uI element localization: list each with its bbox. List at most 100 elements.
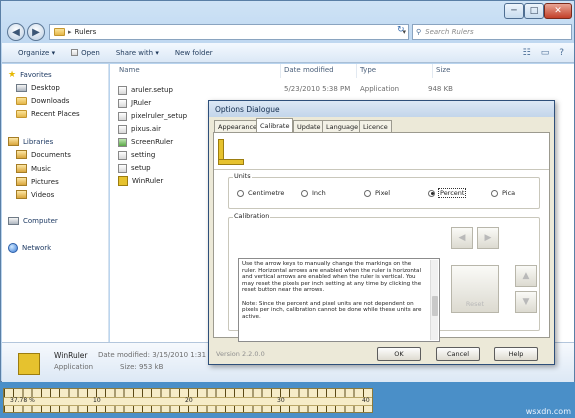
- radio-inch[interactable]: Inch: [301, 189, 326, 197]
- radio-button[interactable]: [301, 189, 308, 197]
- scrollbar[interactable]: [430, 260, 438, 340]
- application-icon: [118, 85, 127, 95]
- share-with-button[interactable]: Share with ▾: [110, 45, 165, 61]
- scrollbar-thumb[interactable]: [432, 296, 438, 316]
- radio-button[interactable]: [491, 189, 498, 197]
- ruler-readout: 37.78 %: [10, 397, 35, 404]
- nav-music[interactable]: Music: [16, 164, 51, 173]
- refresh-icon[interactable]: ↻: [397, 25, 405, 35]
- recent-places-icon: [16, 110, 27, 118]
- options-dialog: Options Dialogue Appearance Calibrate Up…: [208, 100, 555, 365]
- nav-libraries[interactable]: Libraries: [8, 137, 53, 146]
- calibration-instructions: Use the arrow keys to manually change th…: [238, 258, 440, 342]
- file-type: Application: [360, 85, 400, 93]
- network-icon: [8, 243, 18, 253]
- calibrate-panel: Units Centimetre Inch Pixel Percent Pica…: [213, 132, 550, 342]
- file-name: aruler.setup: [131, 86, 173, 94]
- back-button[interactable]: ◀: [7, 23, 25, 41]
- left-arrow-icon: ◀: [458, 233, 466, 243]
- command-bar: Organize ▾ Open Share with ▾ New folder …: [2, 43, 574, 63]
- column-divider[interactable]: [356, 64, 357, 78]
- radio-pica[interactable]: Pica: [491, 189, 515, 197]
- file-row[interactable]: pixelruler_setup: [118, 110, 187, 122]
- radio-centimetre[interactable]: Centimetre: [237, 189, 284, 197]
- open-button[interactable]: Open: [65, 45, 106, 61]
- computer-icon: [8, 217, 19, 225]
- column-divider[interactable]: [280, 64, 281, 78]
- file-row[interactable]: setup: [118, 162, 151, 174]
- column-header-size[interactable]: Size: [436, 66, 450, 74]
- radio-button[interactable]: [428, 189, 435, 197]
- setup-icon: [118, 163, 127, 173]
- file-row[interactable]: ScreenRuler: [118, 136, 173, 148]
- organize-button[interactable]: Organize ▾: [12, 45, 61, 61]
- radio-pixel[interactable]: Pixel: [364, 189, 390, 197]
- nav-pictures[interactable]: Pictures: [16, 177, 59, 186]
- music-icon: [16, 164, 27, 173]
- nav-downloads[interactable]: Downloads: [16, 97, 69, 105]
- nav-label: Documents: [31, 150, 71, 159]
- maximize-button[interactable]: □: [524, 3, 544, 19]
- nav-desktop[interactable]: Desktop: [16, 84, 60, 92]
- reset-button[interactable]: Reset: [451, 265, 499, 313]
- radio-label: Percent: [437, 188, 467, 198]
- nav-videos[interactable]: Videos: [16, 190, 54, 199]
- down-arrow-button[interactable]: ▼: [515, 291, 537, 313]
- help-icon[interactable]: ?: [559, 48, 564, 58]
- forward-button[interactable]: ▶: [27, 23, 45, 41]
- column-header-name[interactable]: Name: [119, 66, 140, 74]
- left-arrow-button[interactable]: ◀: [451, 227, 473, 249]
- new-folder-button[interactable]: New folder: [169, 45, 219, 61]
- radio-button[interactable]: [364, 189, 371, 197]
- nav-recent-places[interactable]: Recent Places: [16, 110, 80, 118]
- right-arrow-button[interactable]: ▶: [477, 227, 499, 249]
- view-options-icon[interactable]: ☷: [523, 48, 531, 58]
- preview-pane-icon[interactable]: ▭: [541, 48, 550, 58]
- file-row[interactable]: WinRuler: [118, 175, 163, 187]
- radio-percent[interactable]: Percent: [428, 188, 467, 198]
- reset-label: Reset: [465, 300, 485, 308]
- radio-button[interactable]: [237, 189, 244, 197]
- dialog-title: Options Dialogue: [209, 101, 554, 117]
- help-button[interactable]: Help: [494, 347, 538, 361]
- ruler-tick-label: 40: [362, 397, 370, 404]
- tab-calibrate[interactable]: Calibrate: [256, 118, 294, 133]
- ok-button[interactable]: OK: [377, 347, 421, 361]
- down-arrow-icon: ▼: [522, 297, 530, 307]
- units-label: Units: [233, 172, 252, 180]
- column-header-type[interactable]: Type: [360, 66, 376, 74]
- radio-label: Pica: [502, 189, 516, 197]
- nav-label: Downloads: [31, 97, 70, 105]
- nav-network[interactable]: Network: [8, 243, 51, 253]
- ruler-illustration-icon: [218, 159, 244, 165]
- breadcrumb-current[interactable]: Rulers: [75, 28, 97, 36]
- minimize-button[interactable]: ─: [504, 3, 524, 19]
- radio-label: Centimetre: [248, 189, 285, 197]
- file-row[interactable]: aruler.setup: [118, 84, 173, 96]
- desktop-icon: [16, 84, 27, 92]
- right-arrow-icon: ▶: [484, 233, 492, 243]
- cancel-button[interactable]: Cancel: [436, 347, 480, 361]
- nav-label: Videos: [31, 190, 55, 199]
- up-arrow-button[interactable]: ▲: [515, 265, 537, 287]
- nav-favorites[interactable]: ★ Favorites: [8, 70, 52, 80]
- close-button[interactable]: ✕: [544, 3, 572, 19]
- nav-documents[interactable]: Documents: [16, 150, 71, 159]
- details-file-name: WinRuler: [54, 351, 88, 360]
- address-bar[interactable]: ▸ Rulers ▾: [49, 24, 409, 40]
- column-header-date[interactable]: Date modified: [284, 66, 334, 74]
- search-input[interactable]: ⚲ Search Rulers: [412, 24, 572, 40]
- details-file-type: Application: [54, 363, 94, 371]
- file-row[interactable]: JRuler: [118, 97, 151, 109]
- ruler-icon: [18, 353, 40, 375]
- ruler-tick-label: 30: [277, 397, 285, 404]
- file-row[interactable]: pixus.air: [118, 123, 161, 135]
- file-row[interactable]: setting: [118, 149, 155, 161]
- watermark: wsxdn.com: [525, 407, 571, 416]
- column-divider[interactable]: [432, 64, 433, 78]
- radio-label: Pixel: [375, 189, 391, 197]
- nav-computer[interactable]: Computer: [8, 217, 58, 225]
- file-name: JRuler: [131, 99, 152, 107]
- percent-ruler[interactable]: 37.78 % 10 20 30 40: [3, 388, 373, 413]
- nav-label: Recent Places: [31, 110, 80, 118]
